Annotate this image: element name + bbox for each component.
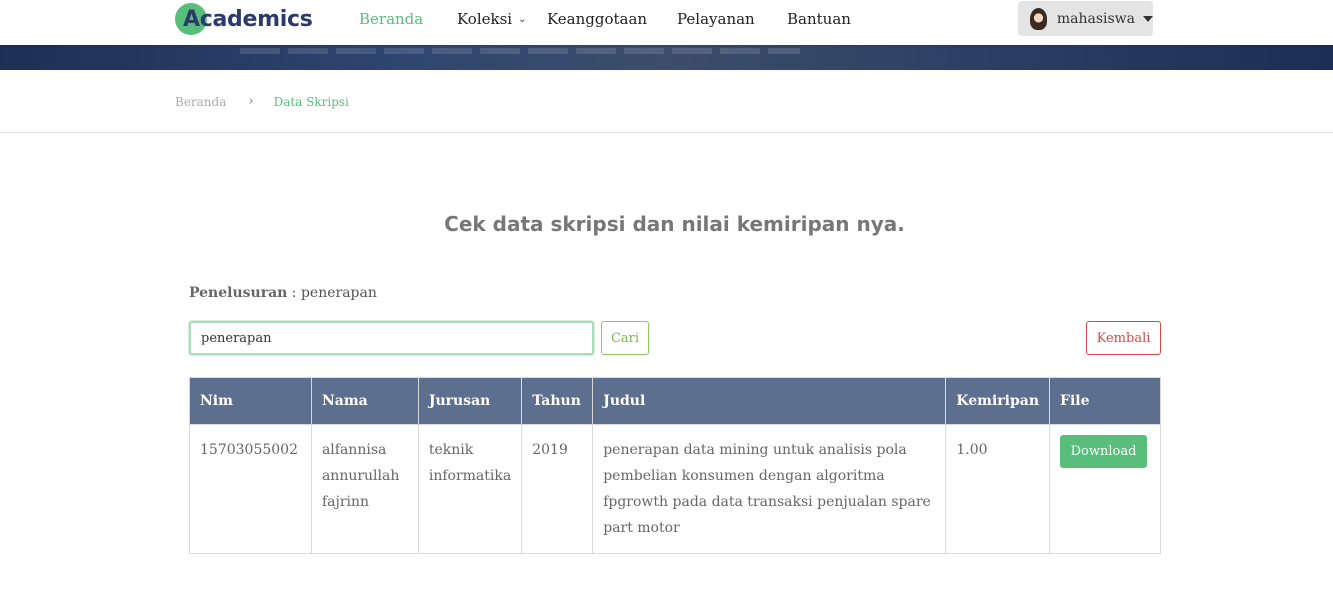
hero-banner-keyboard-image [240, 48, 800, 54]
page-title: Cek data skripsi dan nilai kemiripan nya… [444, 212, 905, 236]
search-input[interactable] [189, 321, 594, 355]
user-menu-button[interactable]: mahasiswa [1018, 1, 1153, 36]
column-header-nim: Nim [189, 377, 312, 425]
back-button[interactable]: Kembali [1086, 321, 1161, 355]
chevron-down-icon: ⌄ [518, 14, 527, 25]
search-button[interactable]: Cari [601, 321, 649, 355]
breadcrumb-home-link[interactable]: Beranda [175, 95, 226, 109]
logo-text: Academics [183, 6, 313, 32]
column-header-nama: Nama [310, 377, 419, 425]
cell-file: Download [1049, 424, 1161, 554]
results-table: Nim Nama Jurusan Tahun Judul Kemiripan F… [189, 377, 1161, 554]
search-summary-label: Penelusuran [189, 285, 288, 301]
cell-nama: alfannisa annurullah fajrinn [310, 424, 419, 554]
caret-down-icon [1143, 15, 1153, 22]
nav-item-beranda[interactable]: Beranda [359, 10, 423, 28]
column-header-tahun: Tahun [521, 377, 594, 425]
cell-nim: 15703055002 [189, 424, 312, 554]
breadcrumb-chevron-right-icon: › [248, 94, 254, 109]
cell-tahun: 2019 [521, 424, 594, 554]
breadcrumb-current: Data Skripsi [273, 94, 349, 109]
nav-item-koleksi[interactable]: Koleksi ⌄ [457, 10, 526, 28]
nav-item-keanggotaan[interactable]: Keanggotaan [547, 10, 647, 28]
section-divider [0, 132, 1333, 133]
column-header-judul: Judul [592, 377, 947, 425]
table-header-row: Nim Nama Jurusan Tahun Judul Kemiripan F… [189, 377, 1161, 425]
column-header-jurusan: Jurusan [417, 377, 523, 425]
cell-kemiripan: 1.00 [945, 424, 1051, 554]
nav-item-koleksi-label: Koleksi [457, 10, 513, 28]
avatar [1030, 7, 1047, 30]
nav-item-bantuan[interactable]: Bantuan [787, 10, 851, 28]
nav-item-pelayanan[interactable]: Pelayanan [677, 10, 755, 28]
user-name: mahasiswa [1056, 10, 1135, 27]
search-summary: Penelusuran : penerapan [189, 285, 377, 301]
search-summary-value: : penerapan [291, 285, 377, 301]
cell-judul: penerapan data mining untuk analisis pol… [592, 424, 947, 554]
column-header-file: File [1049, 377, 1161, 425]
breadcrumb: Beranda › Data Skripsi [175, 94, 349, 109]
top-navbar: Academics Beranda Koleksi ⌄ Keanggotaan P… [0, 0, 1333, 45]
cell-jurusan: teknik informatika [417, 424, 523, 554]
column-header-kemiripan: Kemiripan [945, 377, 1051, 425]
brand-logo[interactable]: Academics [175, 2, 313, 36]
download-button[interactable]: Download [1060, 435, 1148, 468]
table-row: 15703055002 alfannisa annurullah fajrinn… [189, 424, 1161, 554]
